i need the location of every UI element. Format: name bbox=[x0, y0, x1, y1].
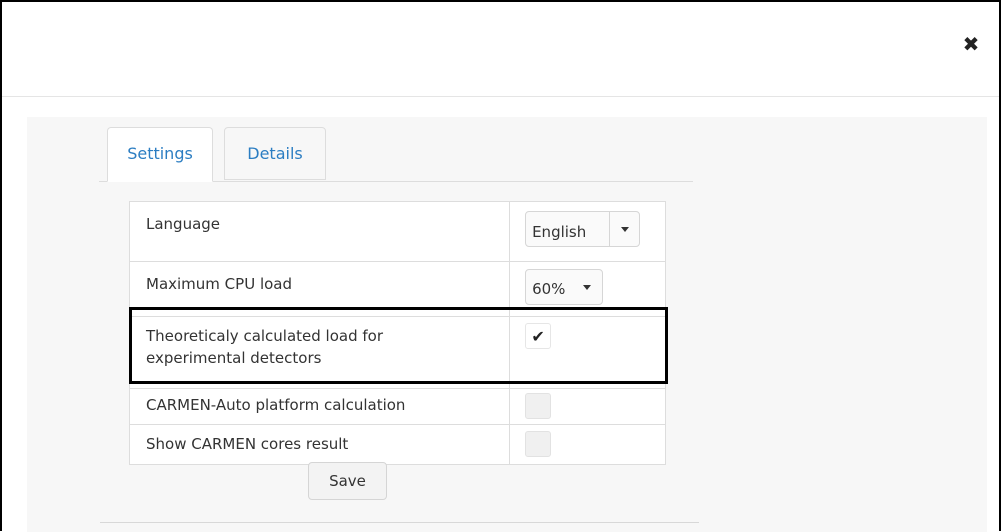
carmen-auto-label: CARMEN-Auto platform calculation bbox=[128, 388, 511, 425]
close-icon[interactable]: ✖ bbox=[961, 32, 981, 56]
table-row: CARMEN-Auto platform calculation bbox=[128, 388, 666, 425]
language-value: English bbox=[532, 223, 587, 241]
language-label: Language bbox=[128, 201, 511, 262]
chevron-down-icon[interactable] bbox=[572, 270, 602, 304]
dialog-header: ✖ bbox=[2, 2, 999, 97]
cpu-load-label: Maximum CPU load bbox=[128, 261, 511, 317]
table-row: Theoreticaly calculated load for experim… bbox=[128, 316, 666, 389]
carmen-auto-cell bbox=[509, 388, 666, 425]
divider bbox=[100, 522, 699, 523]
tab-settings[interactable]: Settings bbox=[107, 127, 213, 182]
table-row: Show CARMEN cores result bbox=[128, 424, 666, 465]
theoretical-load-label-line1: Theoreticaly calculated load for bbox=[146, 327, 384, 345]
checkmark-icon: ✔ bbox=[531, 326, 545, 346]
carmen-cores-label: Show CARMEN cores result bbox=[128, 424, 511, 465]
cpu-load-select[interactable]: 60% bbox=[525, 269, 604, 305]
theoretical-load-cell: ✔ bbox=[509, 316, 666, 389]
save-button[interactable]: Save bbox=[308, 462, 387, 500]
theoretical-load-checkbox[interactable]: ✔ bbox=[525, 323, 552, 349]
chevron-down-icon[interactable] bbox=[609, 212, 639, 246]
settings-table: Language English Maximum CPU load 60% Th… bbox=[128, 201, 666, 465]
language-select[interactable]: English bbox=[525, 211, 641, 247]
cpu-load-value: 60% bbox=[532, 280, 566, 298]
theoretical-load-label-cell: Theoreticaly calculated load for experim… bbox=[128, 316, 511, 389]
carmen-cores-checkbox[interactable] bbox=[525, 431, 552, 457]
tab-bar: Settings Details bbox=[99, 127, 693, 182]
tab-details[interactable]: Details bbox=[224, 127, 326, 180]
dialog-body: Settings Details Language English Maximu… bbox=[27, 117, 987, 532]
language-cell: English bbox=[509, 201, 666, 262]
theoretical-load-label-line2: experimental detectors bbox=[146, 349, 322, 367]
table-row: Maximum CPU load 60% bbox=[128, 261, 666, 317]
carmen-auto-checkbox[interactable] bbox=[525, 393, 552, 419]
carmen-cores-cell bbox=[509, 424, 666, 465]
cpu-load-cell: 60% bbox=[509, 261, 666, 317]
table-row: Language English bbox=[128, 201, 666, 262]
